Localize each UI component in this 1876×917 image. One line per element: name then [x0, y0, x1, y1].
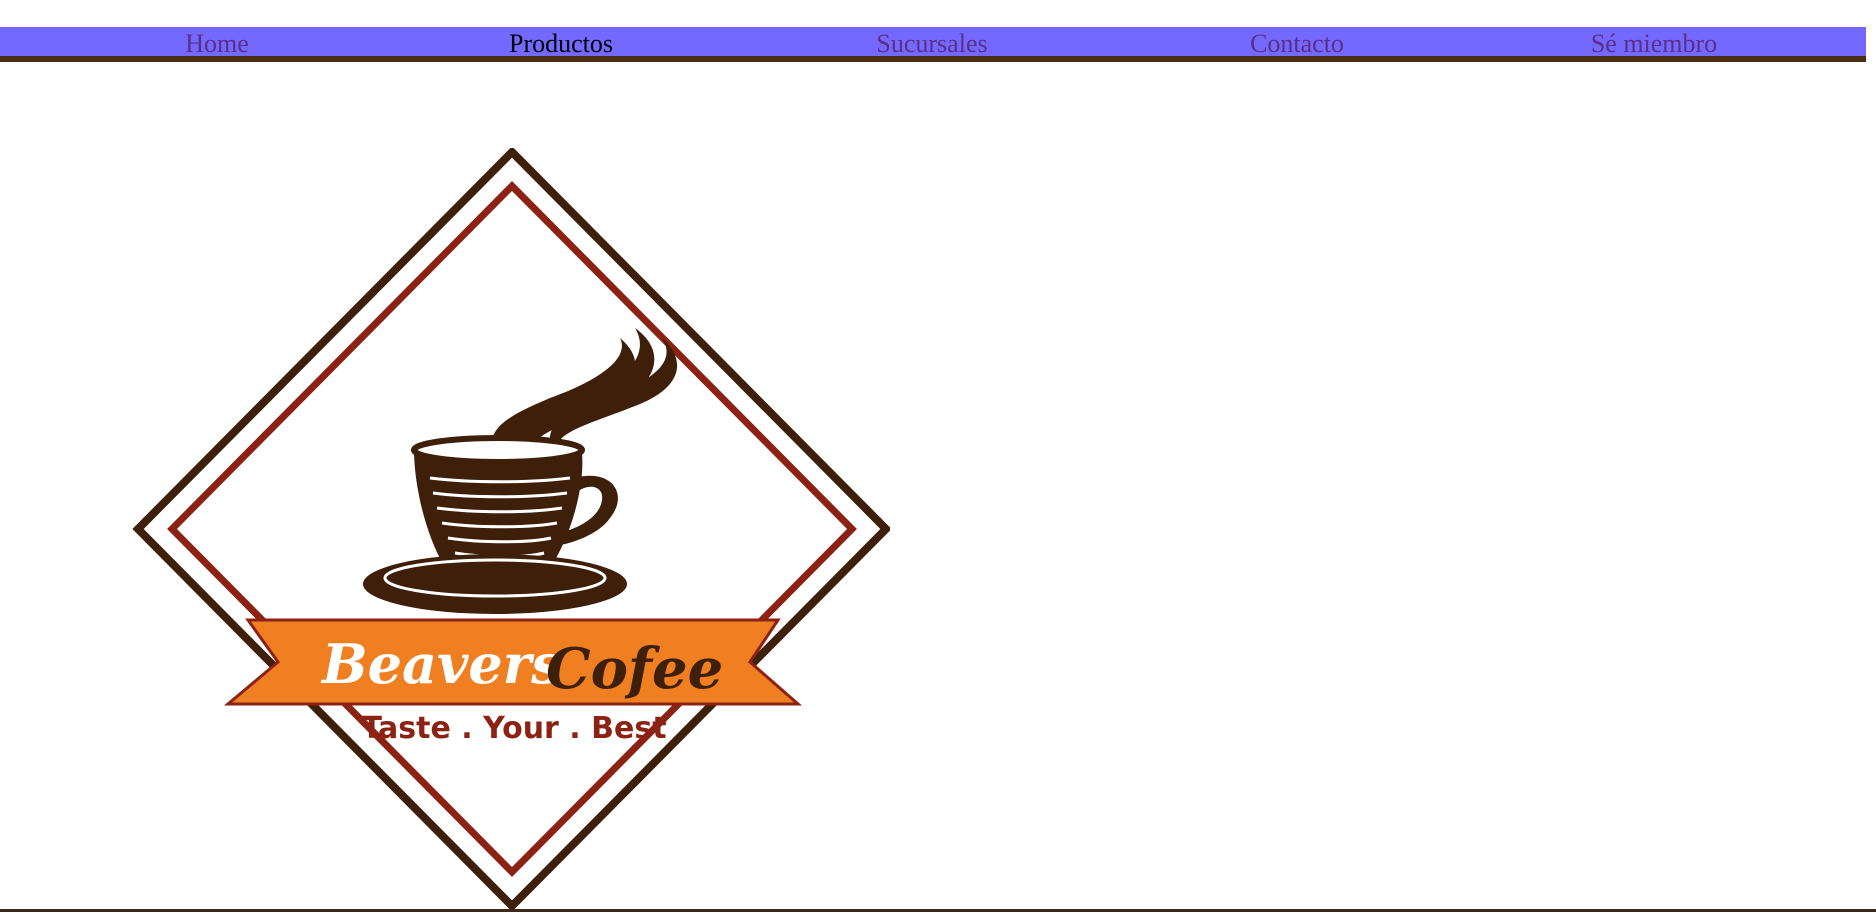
coffee-logo-graphic: Beavers Cofee Taste . Your . Best	[132, 146, 892, 912]
nav-link-productos[interactable]: Productos	[509, 27, 613, 58]
main-navigation: Home Productos Sucursales Contacto Sé mi…	[0, 27, 1866, 62]
saucer-icon	[363, 554, 627, 614]
brand-logo: Beavers Cofee Taste . Your . Best	[130, 146, 892, 912]
nav-link-contacto[interactable]: Contacto	[1250, 27, 1344, 58]
logo-brand-word-1: Beavers	[320, 632, 562, 696]
nav-link-sucursales[interactable]: Sucursales	[876, 27, 987, 58]
nav-link-home[interactable]: Home	[185, 27, 249, 58]
logo-tagline: Taste . Your . Best	[361, 711, 666, 746]
nav-link-se-miembro[interactable]: Sé miembro	[1591, 27, 1717, 58]
logo-brand-word-2: Cofee	[546, 636, 723, 702]
